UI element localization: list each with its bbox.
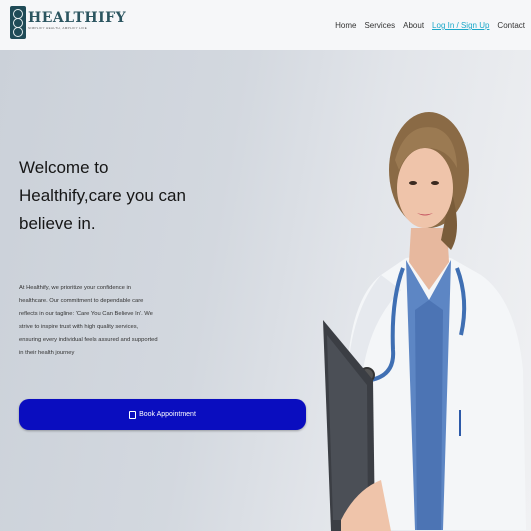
book-appointment-button[interactable]: Book Appointment (19, 399, 306, 430)
hero-description: At Healthify, we prioritize your confide… (19, 285, 158, 356)
brand-name: HEALTHIFY (28, 10, 127, 26)
doctor-image (323, 112, 526, 531)
hero-title: Welcome to Healthify,care you can believ… (19, 158, 186, 233)
nav-about[interactable]: About (403, 21, 424, 30)
nav-contact[interactable]: Contact (497, 21, 525, 30)
navbar: HEALTHIFY SIMPLIFY HEALTH, AMPLIFY LIFE … (0, 0, 531, 50)
brand-tagline: SIMPLIFY HEALTH, AMPLIFY LIFE (28, 26, 88, 30)
calendar-icon (129, 410, 137, 419)
nav-home[interactable]: Home (335, 21, 356, 30)
nav-services[interactable]: Services (364, 21, 395, 30)
logo-mark-icon (10, 6, 26, 39)
hero-section: Welcome to Healthify,care you can believ… (0, 50, 531, 531)
logo[interactable]: HEALTHIFY SIMPLIFY HEALTH, AMPLIFY LIFE (10, 6, 126, 40)
main-nav: Home Services About Log In / Sign Up Con… (327, 21, 525, 30)
nav-login-signup[interactable]: Log In / Sign Up (432, 21, 489, 30)
book-appointment-label: Book Appointment (139, 411, 196, 418)
